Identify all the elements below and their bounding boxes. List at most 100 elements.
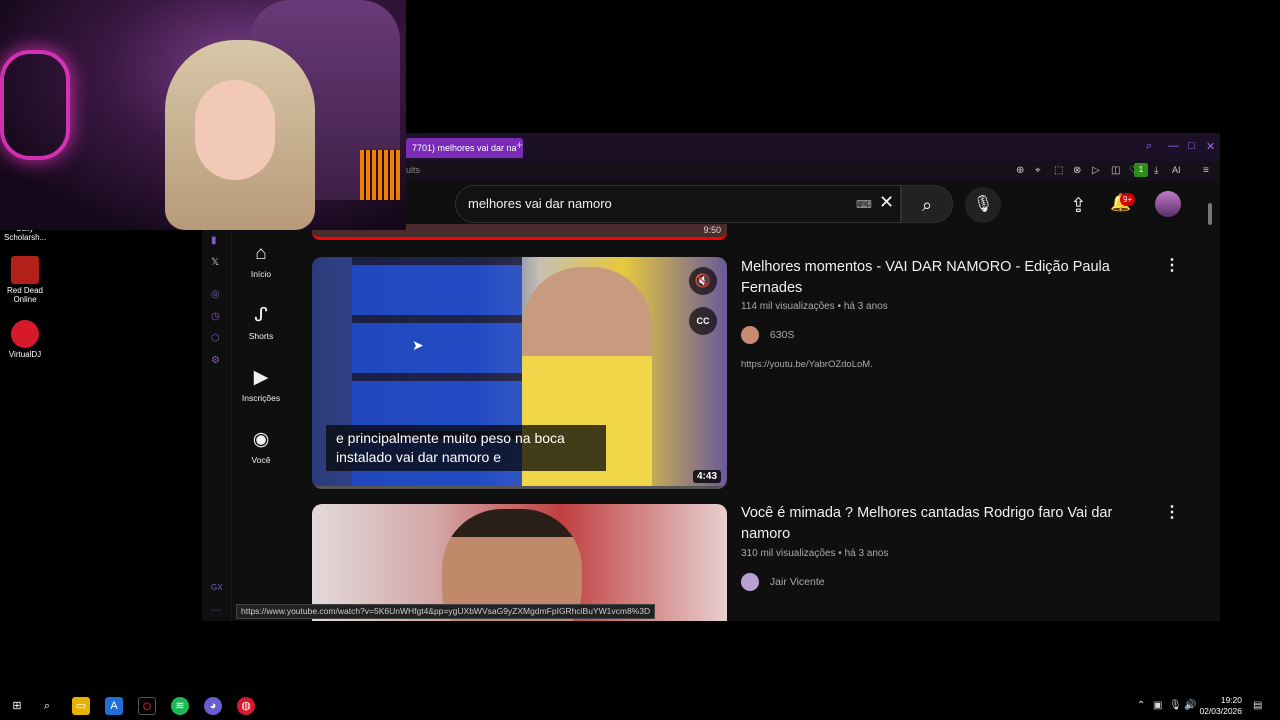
voice-search-button[interactable]: 🎙: [965, 187, 1001, 223]
video-duration: 4:43: [692, 470, 721, 483]
video-caption: e principalmente muito peso na boca inst…: [326, 425, 606, 471]
captions-button[interactable]: CC: [689, 307, 717, 335]
video-meta: 310 mil visualizações • há 3 anos: [741, 548, 889, 559]
volume-icon[interactable]: 🔊: [1184, 700, 1196, 711]
guide-item-shorts[interactable]: ᔑ Shorts: [232, 305, 290, 341]
spotify-icon[interactable]: ≋: [171, 697, 189, 715]
guide-label: Você: [251, 455, 271, 465]
clock[interactable]: 19:20 02/03/2026: [1198, 695, 1242, 717]
desktop-icon-red-dead-online[interactable]: Red Dead Online: [4, 256, 46, 304]
search-box: ⌨ ✕: [455, 185, 901, 223]
search-icon: ⌕: [921, 195, 933, 215]
desktop-icon-label: Red Dead Online: [6, 286, 44, 304]
video-title[interactable]: Você é mimada ? Melhores cantadas Rodrig…: [741, 503, 1141, 545]
guide-label: Shorts: [248, 331, 274, 341]
maximize-icon[interactable]: □: [1188, 140, 1195, 152]
discord-icon[interactable]: ◕: [204, 697, 222, 715]
desktop-icon-label: VirtualDJ: [8, 350, 42, 359]
video-progress-bar[interactable]: [312, 486, 727, 489]
muted-speaker-icon: 🔇: [694, 273, 712, 288]
virtualdj-icon: [11, 320, 39, 348]
upload-icon[interactable]: ⇪: [1070, 193, 1087, 218]
date: 02/03/2026: [1199, 706, 1242, 716]
search-button[interactable]: ⌕: [901, 185, 953, 223]
browser-sidebar: ▨ ▣ ▮ 𝕏 ◎ ◷ ⬡ ⚙ GX ⋯: [202, 181, 232, 621]
guide-item-home[interactable]: ⌂ Início: [232, 243, 290, 279]
youtube-guide: ⌂ Início ᔑ Shorts ▶ Inscrições ◉ Você: [232, 181, 290, 621]
more-options-icon[interactable]: ⋮: [1164, 502, 1180, 522]
history-icon[interactable]: ◷: [211, 311, 220, 322]
address-text[interactable]: ults: [406, 165, 420, 175]
channel-avatar: [741, 326, 759, 344]
adblock-icon[interactable]: ⊗: [1073, 165, 1081, 176]
player-icon[interactable]: ◎: [211, 289, 220, 300]
pin-icon[interactable]: ⌖: [1035, 165, 1041, 176]
notifications-icon[interactable]: ▤: [1253, 700, 1262, 711]
guide-label: Início: [250, 269, 272, 279]
settings-icon[interactable]: ⚙: [211, 355, 220, 366]
channel-name: Jair Vicente: [769, 575, 825, 588]
search-input[interactable]: [468, 196, 848, 211]
desktop: Bully Scholarsh... Red Dead Online Virtu…: [0, 0, 1280, 720]
mute-button[interactable]: 🔇: [689, 267, 717, 295]
keyboard-icon[interactable]: ⌨: [856, 198, 872, 211]
microphone-tray-icon[interactable]: 🎙: [1169, 700, 1182, 711]
avatar[interactable]: [1155, 191, 1181, 217]
close-icon[interactable]: ✕: [1206, 140, 1215, 153]
opera-gx-icon[interactable]: O: [138, 697, 156, 715]
more-icon[interactable]: ⋯: [211, 605, 221, 616]
video-age: há 3 anos: [844, 548, 889, 559]
microphone-icon: 🎙: [972, 196, 994, 213]
channel-link[interactable]: 630S: [741, 326, 794, 344]
tab-bar: 7701) melhores vai dar na + ⌕ — □ ✕: [406, 133, 1220, 161]
file-explorer-icon[interactable]: ▭: [72, 697, 90, 715]
play-icon[interactable]: ▷: [1092, 165, 1100, 176]
home-icon: ⌂: [255, 243, 267, 264]
video-thumbnail[interactable]: 🔇 CC e principalmente muito peso na boca…: [312, 257, 727, 489]
extensions-icon[interactable]: ⬡: [211, 333, 220, 344]
tray-app-icon[interactable]: ▣: [1153, 700, 1162, 711]
menu-icon[interactable]: ≡: [1203, 165, 1209, 176]
video-title[interactable]: Melhores momentos - VAI DAR NAMORO - Edi…: [741, 257, 1141, 299]
tray-chevron-icon[interactable]: ⌃: [1137, 700, 1145, 711]
more-options-icon[interactable]: ⋮: [1164, 255, 1180, 275]
snapshot-icon[interactable]: ⬚: [1054, 165, 1063, 176]
wallet-icon[interactable]: ◫: [1111, 165, 1120, 176]
streamer-face: [195, 80, 275, 180]
scrollbar-thumb[interactable]: [1208, 203, 1212, 225]
new-tab-button[interactable]: +: [516, 138, 523, 152]
you-icon: ◉: [252, 429, 270, 450]
video-duration: 9:50: [703, 225, 721, 235]
channel-link[interactable]: Jair Vicente: [741, 573, 825, 591]
minimize-icon[interactable]: —: [1168, 140, 1179, 152]
red-dead-icon: [11, 256, 39, 284]
link-status-bar: https://www.youtube.com/watch?v=5K6UnWHf…: [236, 604, 656, 619]
guide-item-subscriptions[interactable]: ▶ Inscrições: [232, 367, 290, 403]
video-description: https://youtu.be/YabrOZdoLoM.: [741, 359, 873, 370]
guide-item-you[interactable]: ◉ Você: [232, 429, 290, 465]
x-icon[interactable]: 𝕏: [211, 257, 219, 268]
search-tabs-icon[interactable]: ⌕: [1146, 140, 1152, 153]
address-bar: ults ⊕ ⌖ ⬚ ⊗ ▷ ◫ ♡ 1 ⤓ AI ≡: [406, 161, 1220, 181]
download-icon[interactable]: ⤓: [1154, 165, 1158, 176]
video-views: 310 mil visualizações: [741, 548, 836, 559]
search-icon[interactable]: ⌕: [38, 697, 56, 715]
shorts-icon: ᔑ: [254, 305, 268, 326]
browser-tab[interactable]: 7701) melhores vai dar na: [406, 138, 523, 158]
app-a-icon[interactable]: A: [105, 697, 123, 715]
sidebar-gx-icon[interactable]: GX: [211, 583, 223, 592]
mouse-cursor-icon: ➤: [412, 337, 424, 353]
clear-search-icon[interactable]: ✕: [879, 192, 894, 213]
subscriptions-icon: ▶: [253, 367, 269, 388]
desktop-icon-virtualdj[interactable]: VirtualDJ: [4, 320, 46, 359]
ai-button[interactable]: AI: [1172, 165, 1181, 175]
zoom-icon[interactable]: ⊕: [1016, 165, 1024, 176]
video-meta: 114 mil visualizações • há 3 anos: [741, 301, 888, 312]
windows-start-icon[interactable]: ⊞: [8, 697, 26, 715]
video-age: há 3 anos: [843, 301, 888, 312]
virtualdj-taskbar-icon[interactable]: ◍: [237, 697, 255, 715]
channel-avatar: [741, 573, 759, 591]
channel-name: 630S: [769, 328, 795, 341]
twitch-icon[interactable]: ▮: [211, 235, 217, 246]
extension-badge[interactable]: 1: [1134, 163, 1148, 177]
